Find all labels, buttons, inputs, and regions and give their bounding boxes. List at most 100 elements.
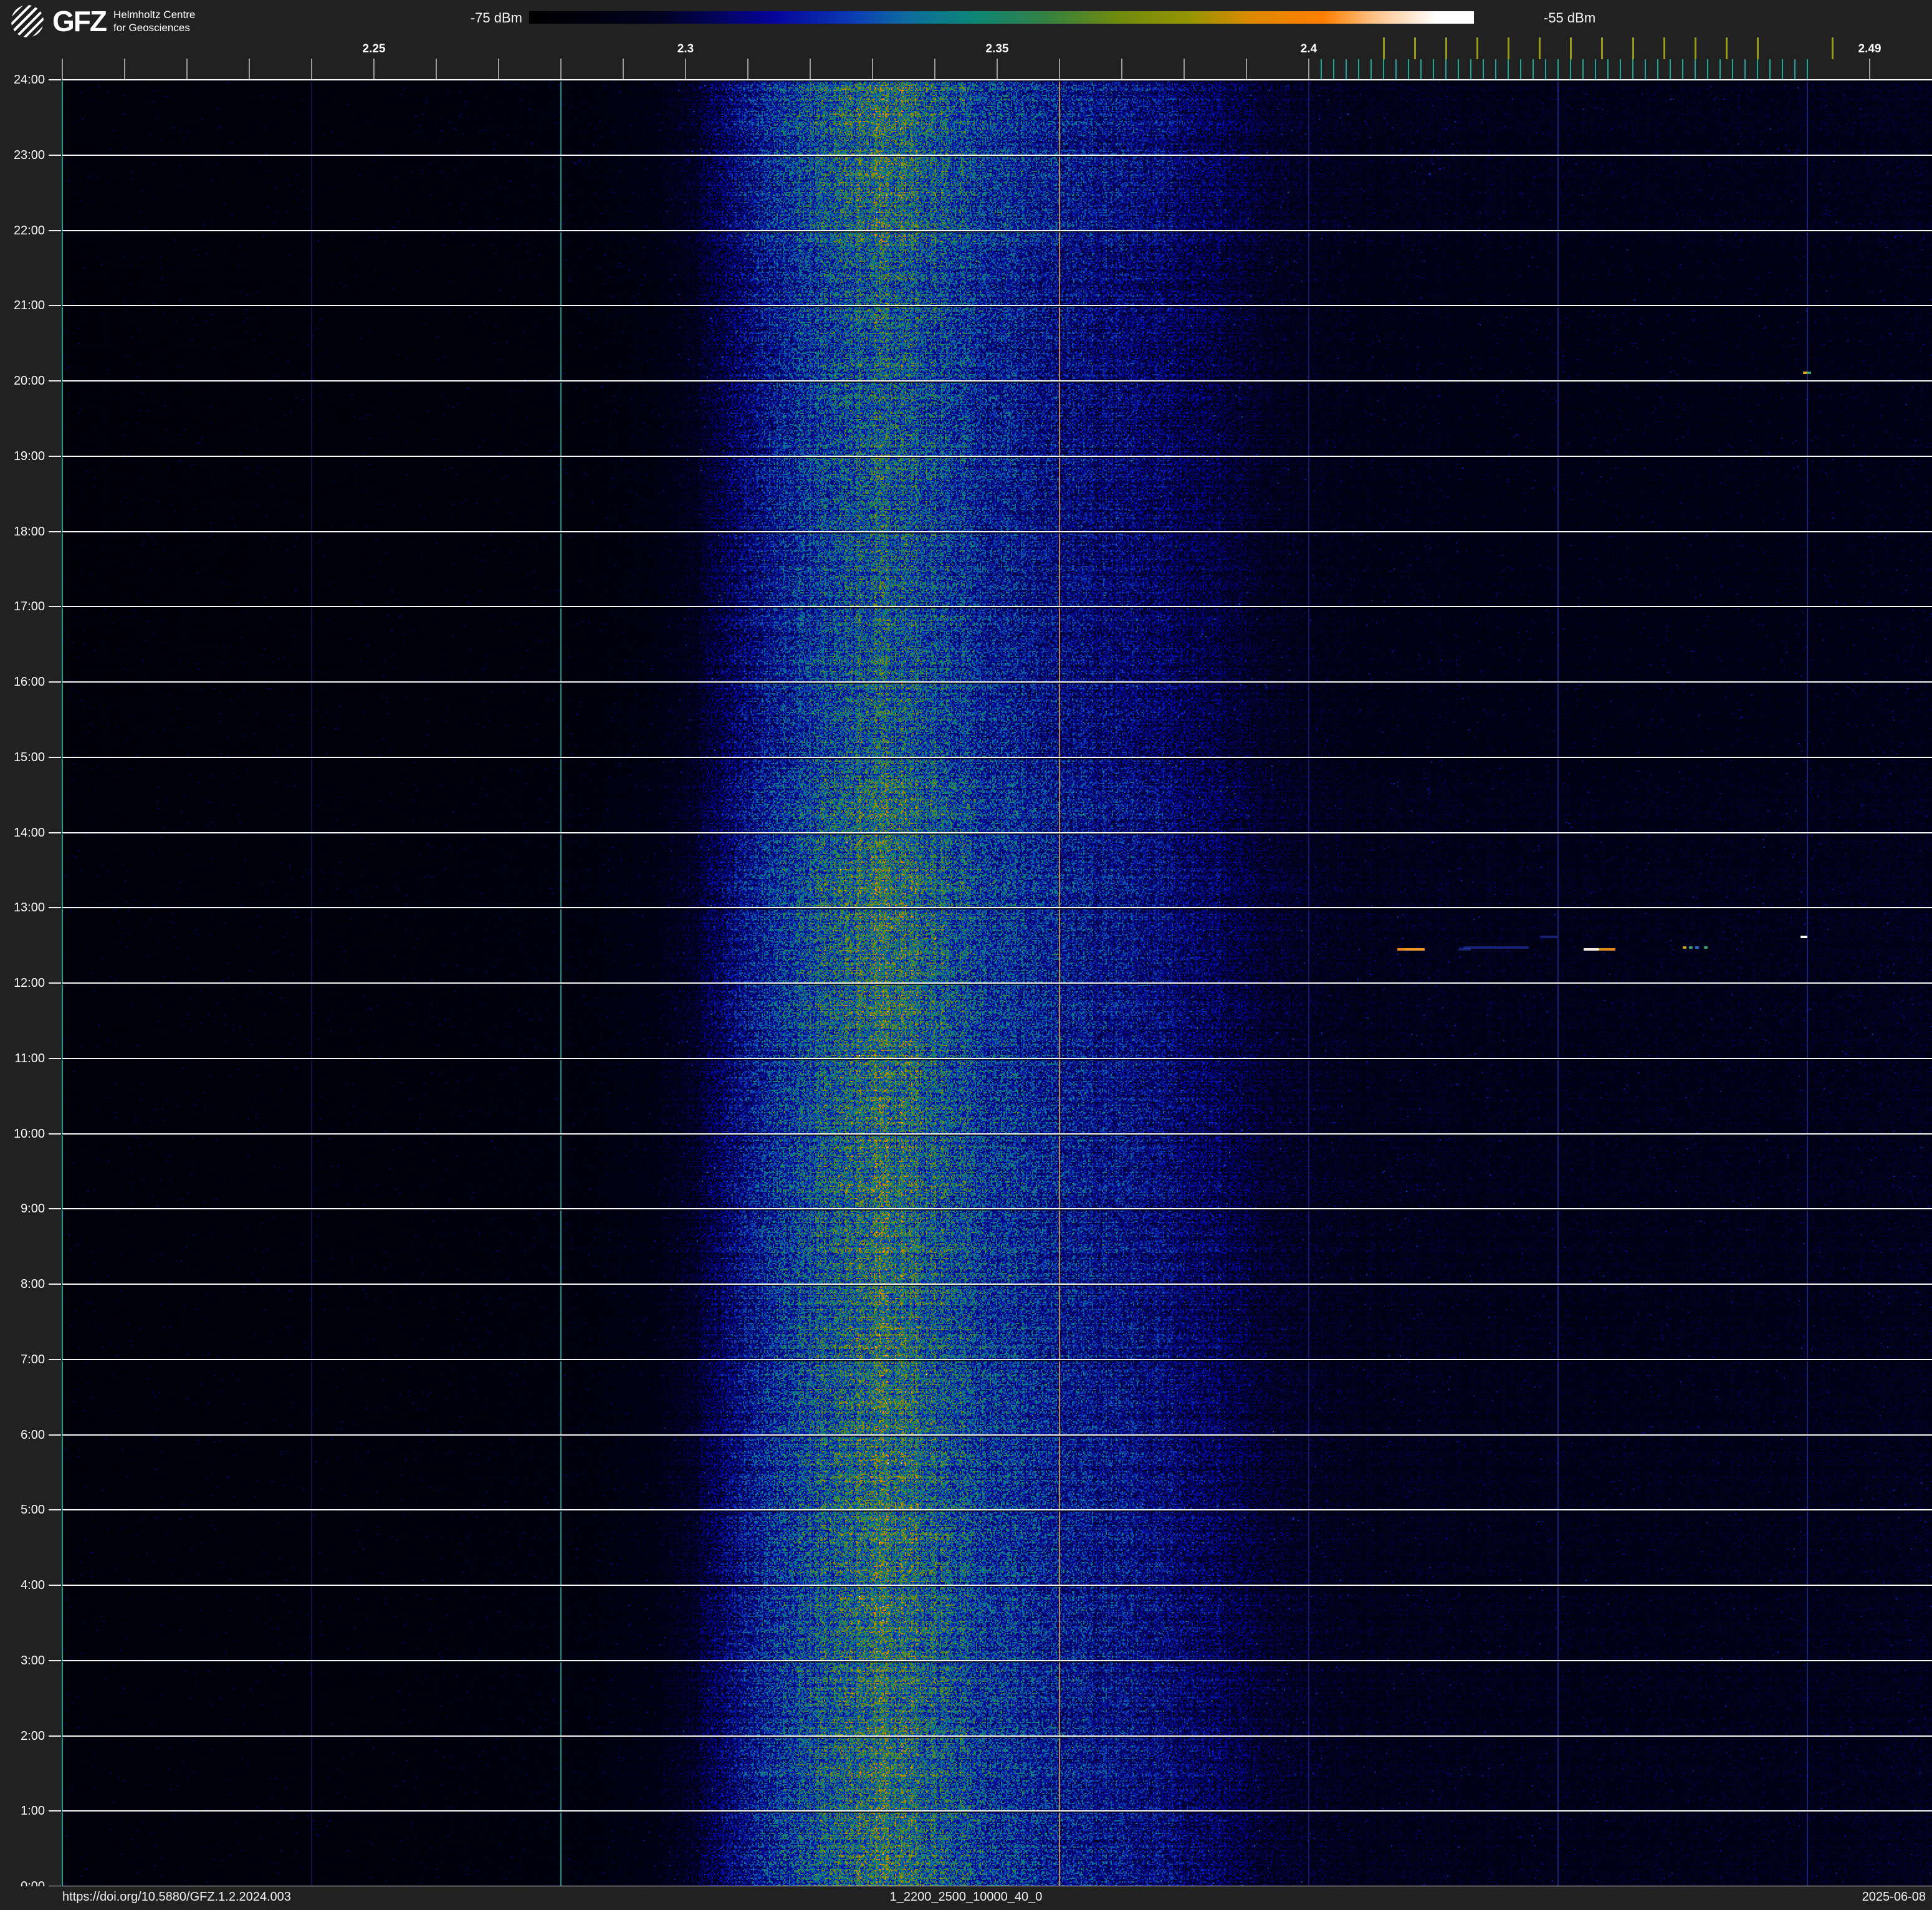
hour-tick (49, 1735, 61, 1737)
ble-channel-tick (1433, 59, 1434, 80)
hour-tick (49, 756, 61, 758)
freq-minor-tick (560, 59, 562, 80)
time-tick-label: 21:00 (13, 299, 45, 313)
hour-tick (49, 982, 61, 984)
hour-gridline (62, 229, 1932, 231)
time-tick-label: 2:00 (21, 1729, 45, 1743)
ble-channel-tick (1508, 59, 1509, 80)
rf-burst-mark (1800, 936, 1807, 939)
ble-channel-tick (1483, 59, 1484, 80)
ble-channel-tick (1632, 59, 1633, 80)
time-tick-label: 11:00 (14, 1051, 45, 1065)
time-tick-label: 18:00 (13, 524, 45, 539)
freq-minor-tick (997, 59, 998, 80)
wifi-channel-tick (1663, 37, 1665, 59)
ble-channel-tick (1470, 59, 1471, 80)
hour-tick (49, 1585, 61, 1586)
freq-minor-tick (872, 59, 873, 80)
hour-gridline (62, 1585, 1932, 1586)
rf-burst-mark (1807, 371, 1811, 374)
hour-tick (49, 1284, 61, 1285)
freq-minor-tick (1246, 59, 1247, 80)
hour-tick (49, 1133, 61, 1135)
hour-tick (49, 1057, 61, 1059)
hour-gridline (62, 982, 1932, 984)
freq-minor-tick (1184, 59, 1185, 80)
time-tick-label: 5:00 (21, 1503, 45, 1517)
wifi-channel-tick (1695, 37, 1696, 59)
ble-channel-tick (1520, 59, 1521, 80)
ble-channel-tick (1744, 59, 1746, 80)
time-tick-label: 15:00 (13, 750, 45, 764)
dataset-id-label: 1_2200_2500_10000_40_0 (889, 1890, 1043, 1904)
gfz-globe-icon (11, 5, 44, 37)
freq-minor-tick (747, 59, 748, 80)
time-tick-label: 6:00 (21, 1428, 45, 1442)
freq-minor-tick (685, 59, 686, 80)
hour-gridline (62, 1434, 1932, 1436)
ble-channel-tick (1607, 59, 1609, 80)
freq-tick-label: 2.49 (1858, 42, 1882, 55)
ble-channel-tick (1570, 59, 1571, 80)
ble-channel-tick (1657, 59, 1658, 80)
ble-channel-tick (1445, 59, 1447, 80)
freq-minor-tick (1869, 59, 1870, 80)
time-tick-label: 12:00 (13, 976, 45, 990)
ble-channel-tick (1420, 59, 1422, 80)
hour-gridline (62, 1810, 1932, 1812)
hour-gridline (62, 1659, 1932, 1661)
hour-gridline (62, 1208, 1932, 1210)
wifi-channel-tick (1476, 37, 1478, 59)
hour-tick (49, 305, 61, 307)
ble-channel-tick (1383, 59, 1384, 80)
hour-tick (49, 530, 61, 532)
hour-tick (49, 79, 61, 80)
time-tick-label: 22:00 (13, 223, 45, 238)
hour-tick (49, 1509, 61, 1511)
ble-channel-tick (1732, 59, 1733, 80)
freq-minor-tick (436, 59, 437, 80)
time-tick-label: 4:00 (21, 1578, 45, 1592)
time-tick-label: 7:00 (21, 1352, 45, 1366)
gfz-logo: GFZ Helmholtz Centre for Geosciences (11, 5, 195, 37)
ble-channel-tick (1807, 59, 1808, 80)
wifi-channel-tick (1445, 37, 1447, 59)
ble-channel-tick (1395, 59, 1397, 80)
freq-minor-tick (311, 59, 312, 80)
hour-gridline (62, 1509, 1932, 1511)
wifi-channel-tick (1832, 37, 1834, 59)
time-tick-label: 16:00 (13, 675, 45, 689)
ble-channel-tick (1358, 59, 1359, 80)
colorbar-max-label: -55 dBm (1544, 10, 1596, 26)
ble-channel-tick (1495, 59, 1496, 80)
ble-channel-tick (1458, 59, 1459, 80)
freq-tick-label: 2.3 (677, 42, 694, 55)
rf-burst-mark (1683, 946, 1686, 949)
ble-channel-tick (1582, 59, 1584, 80)
freq-minor-tick (249, 59, 250, 80)
freq-minor-tick (623, 59, 624, 80)
freq-minor-tick (186, 59, 188, 80)
hour-gridline (62, 1735, 1932, 1737)
rf-burst-mark (1689, 946, 1693, 949)
freq-minor-tick (1121, 59, 1122, 80)
ble-channel-tick (1321, 59, 1322, 80)
ble-channel-tick (1533, 59, 1534, 80)
hour-gridline (62, 681, 1932, 683)
ble-channel-tick (1707, 59, 1708, 80)
time-tick-label: 9:00 (21, 1202, 45, 1216)
time-tick-label: 19:00 (13, 449, 45, 463)
ble-channel-tick (1333, 59, 1334, 80)
gfz-org-name: Helmholtz Centre for Geosciences (113, 8, 195, 34)
ble-channel-tick (1794, 59, 1796, 80)
hour-gridline (62, 832, 1932, 833)
ble-channel-tick (1645, 59, 1646, 80)
ble-channel-tick (1670, 59, 1671, 80)
time-tick-label: 13:00 (13, 901, 45, 915)
rf-burst-mark (1540, 936, 1557, 939)
wifi-channel-tick (1383, 37, 1385, 59)
time-tick-label: 24:00 (13, 73, 45, 87)
ble-channel-tick (1682, 59, 1683, 80)
rf-burst-mark (1704, 946, 1708, 949)
hour-tick (49, 1208, 61, 1210)
